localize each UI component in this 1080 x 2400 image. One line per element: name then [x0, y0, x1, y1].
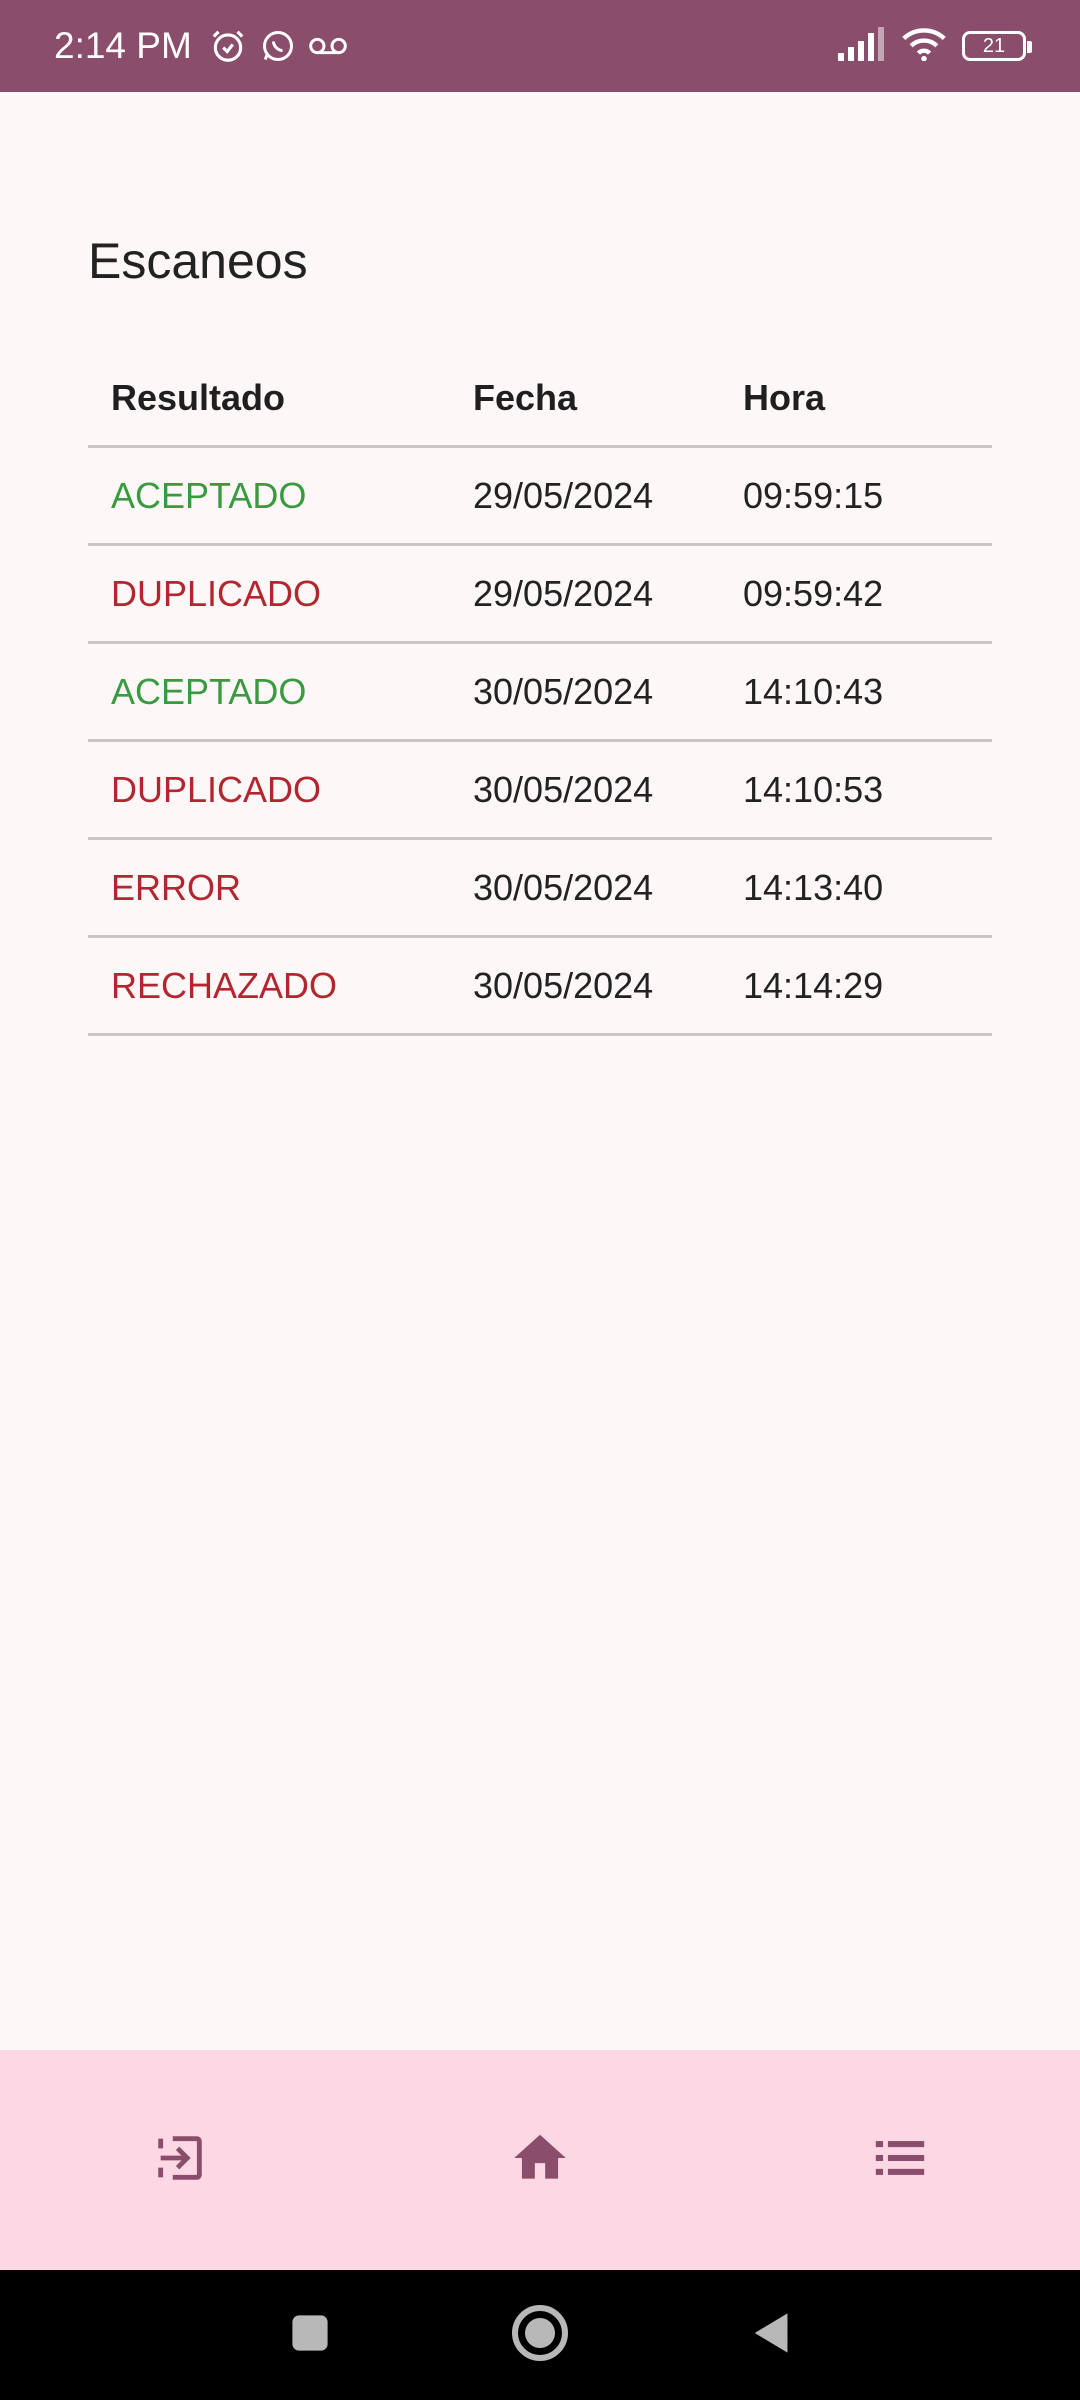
nav-login-button[interactable]: [120, 2100, 240, 2220]
row-time: 09:59:42: [743, 572, 884, 614]
header-result: Resultado: [111, 376, 286, 418]
home-icon: [509, 2127, 571, 2194]
home-system-button[interactable]: [500, 2295, 580, 2375]
scans-table: Resultado Fecha Hora ACEPTADO 29/05/2024…: [88, 350, 992, 1036]
bottom-navigation: [0, 2050, 1080, 2270]
nav-home-button[interactable]: [480, 2100, 600, 2220]
back-triangle-icon: [748, 2309, 792, 2362]
back-button[interactable]: [730, 2295, 810, 2375]
row-date: 29/05/2024: [473, 474, 654, 516]
status-right: 21: [836, 26, 1032, 66]
row-time: 14:14:29: [743, 964, 884, 1006]
row-time: 14:10:43: [743, 670, 884, 712]
row-date: 30/05/2024: [473, 964, 654, 1006]
system-navigation: [0, 2270, 1080, 2400]
table-row: ERROR 30/05/2024 14:13:40: [88, 840, 992, 938]
row-time: 14:10:53: [743, 768, 884, 810]
page-title: Escaneos: [88, 233, 308, 289]
voicemail-icon: [308, 26, 348, 66]
header-time: Hora: [743, 376, 826, 418]
table-row: RECHAZADO 30/05/2024 14:14:29: [88, 938, 992, 1036]
main-content: Escaneos Resultado Fecha Hora ACEPTADO 2…: [88, 92, 992, 1036]
header-date: Fecha: [473, 376, 578, 418]
status-time: 2:14 PM: [54, 25, 192, 66]
row-result: ACEPTADO: [111, 474, 307, 516]
wifi-icon: [902, 27, 946, 66]
row-time: 14:13:40: [743, 866, 884, 908]
circle-icon: [510, 2303, 570, 2368]
row-date: 29/05/2024: [473, 572, 654, 614]
status-left: 2:14 PM: [54, 25, 348, 67]
nav-list-button[interactable]: [840, 2100, 960, 2220]
row-date: 30/05/2024: [473, 670, 654, 712]
alarm-icon: [208, 26, 248, 66]
recents-button[interactable]: [270, 2295, 350, 2375]
square-icon: [288, 2311, 332, 2360]
whatsapp-icon: [258, 26, 298, 66]
row-result: ACEPTADO: [111, 670, 307, 712]
row-time: 09:59:15: [743, 474, 884, 516]
list-icon: [871, 2129, 929, 2192]
battery-icon: 21: [962, 31, 1032, 61]
row-result: ERROR: [111, 866, 242, 908]
battery-level: 21: [982, 34, 1006, 57]
table-row: DUPLICADO 29/05/2024 09:59:42: [88, 546, 992, 644]
login-icon: [151, 2129, 209, 2192]
table-header: Resultado Fecha Hora: [88, 350, 992, 448]
row-result: RECHAZADO: [111, 964, 338, 1006]
signal-icon: [836, 26, 886, 66]
table-row: ACEPTADO 30/05/2024 14:10:43: [88, 644, 992, 742]
status-bar: 2:14 PM 21: [0, 0, 1080, 92]
row-date: 30/05/2024: [473, 866, 654, 908]
row-result: DUPLICADO: [111, 572, 322, 614]
table-row: DUPLICADO 30/05/2024 14:10:53: [88, 742, 992, 840]
row-result: DUPLICADO: [111, 768, 322, 810]
row-date: 30/05/2024: [473, 768, 654, 810]
table-row: ACEPTADO 29/05/2024 09:59:15: [88, 448, 992, 546]
